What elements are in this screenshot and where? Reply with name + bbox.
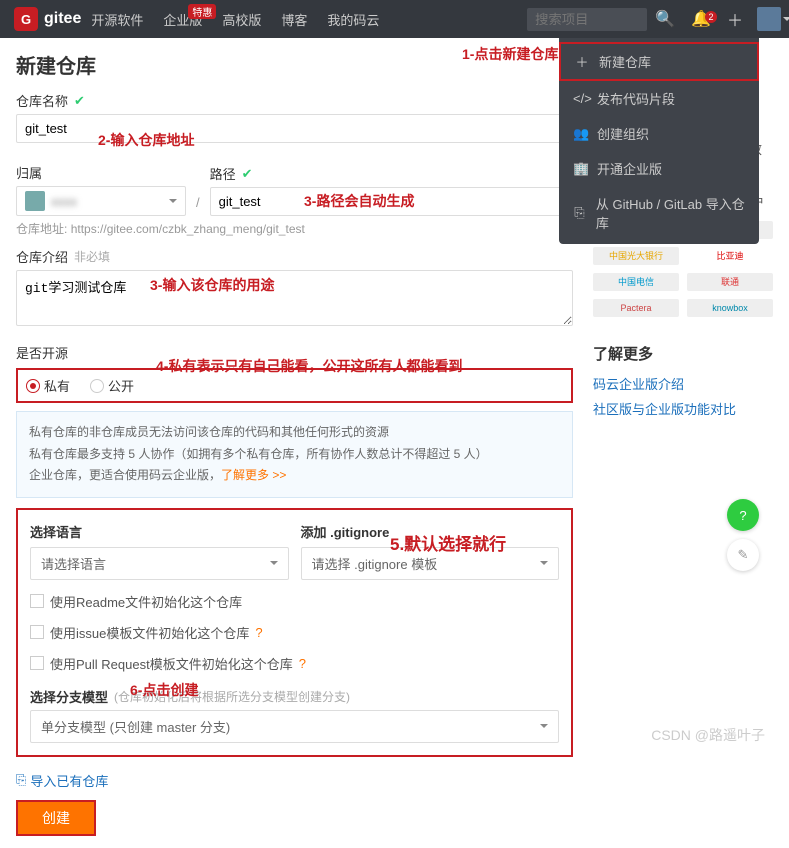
import-icon: ⎘ xyxy=(573,205,586,221)
path-separator: / xyxy=(192,195,204,216)
dropdown-enterprise-label: 开通企业版 xyxy=(597,159,662,178)
nav-mygitee[interactable]: 我的码云 xyxy=(317,10,389,29)
repo-addr-value: https://gitee.com/czbk_zhang_meng/git_te… xyxy=(71,222,305,236)
logo-ceb: 中国光大银行 xyxy=(593,247,679,265)
help-fab[interactable]: ? xyxy=(727,499,759,531)
annotation-4: 3-输入该仓库的用途 xyxy=(150,275,274,295)
visibility-info: 私有仓库的非仓库成员无法访问该仓库的代码和其他任何形式的资源 私有仓库最多支持 … xyxy=(16,411,573,498)
dropdown-snippet-label: 发布代码片段 xyxy=(597,89,675,108)
import-text: 导入已有仓库 xyxy=(30,771,108,790)
checkbox-readme[interactable] xyxy=(30,594,44,608)
chevron-down-icon xyxy=(270,561,278,569)
feedback-fab[interactable]: ✎ xyxy=(727,539,759,571)
dropdown-new-repo-label: 新建仓库 xyxy=(599,52,651,71)
nav-enterprise[interactable]: 企业版 特惠 xyxy=(153,10,212,29)
logo-telecom: 中国电信 xyxy=(593,273,679,291)
create-button[interactable]: 创建 xyxy=(16,800,96,836)
chevron-down-icon xyxy=(540,724,548,732)
path-label: 路径 xyxy=(210,164,236,183)
desc-optional: 非必填 xyxy=(74,248,110,265)
annotation-6: 5.默认选择就行 xyxy=(390,530,506,555)
dropdown-import[interactable]: ⎘ 从 GitHub / GitLab 导入仓库 xyxy=(559,186,759,240)
info-line-3: 企业仓库，更适合使用码云企业版， xyxy=(29,468,221,482)
info-line-1: 私有仓库的非仓库成员无法访问该仓库的代码和其他任何形式的资源 xyxy=(29,422,560,444)
owner-select[interactable]: xxxx xyxy=(16,186,186,216)
branch-value: 单分支模型 (只创建 master 分支) xyxy=(41,717,230,736)
search-icon[interactable]: 🔍 xyxy=(647,9,683,29)
search-input[interactable] xyxy=(527,8,647,31)
notification-icon[interactable]: 🔔2 xyxy=(683,9,719,29)
code-icon: </> xyxy=(573,91,587,106)
dropdown-import-label: 从 GitHub / GitLab 导入仓库 xyxy=(596,194,745,232)
check-icon: ✔ xyxy=(242,166,253,182)
users-icon: 👥 xyxy=(573,126,587,142)
gitignore-value: 请选择 .gitignore 模板 xyxy=(312,554,438,573)
side-more-title: 了解更多 xyxy=(593,343,773,364)
owner-label: 归属 xyxy=(16,163,42,182)
top-nav: G gitee 开源软件 企业版 特惠 高校版 博客 我的码云 🔍 🔔2 ＋ xyxy=(0,0,789,38)
cb-issue-label: 使用issue模板文件初始化这个仓库 xyxy=(50,623,249,642)
nav-education[interactable]: 高校版 xyxy=(212,10,271,29)
annotation-5: 4-私有表示只有自己能看，公开这所有人都能看到 xyxy=(156,356,462,376)
building-icon: 🏢 xyxy=(573,161,587,177)
checkbox-issue[interactable] xyxy=(30,625,44,639)
cb-pr-label: 使用Pull Request模板文件初始化这个仓库 xyxy=(50,654,293,673)
notif-count: 2 xyxy=(705,11,717,23)
radio-private-label: 私有 xyxy=(44,376,70,395)
dropdown-org[interactable]: 👥 创建组织 xyxy=(559,116,759,151)
dropdown-org-label: 创建组织 xyxy=(597,124,649,143)
side-link-compare[interactable]: 社区版与企业版功能对比 xyxy=(593,399,773,418)
radio-private[interactable]: 私有 xyxy=(26,376,70,395)
logo-unicom: 联通 xyxy=(687,273,773,291)
help-icon[interactable]: ? xyxy=(255,625,262,640)
plus-icon[interactable]: ＋ xyxy=(719,7,751,31)
logo-byd: 比亚迪 xyxy=(687,247,773,265)
logo-knowbox: knowbox xyxy=(687,299,773,317)
repo-addr-label: 仓库地址: xyxy=(16,222,67,236)
owner-avatar-icon xyxy=(25,191,45,211)
cb-readme-label: 使用Readme文件初始化这个仓库 xyxy=(50,592,242,611)
plus-dropdown: ＋ 新建仓库 </> 发布代码片段 👥 创建组织 🏢 开通企业版 ⎘ 从 GitHub /… xyxy=(559,38,759,244)
annotation-7: 6-点击创建 xyxy=(130,680,198,700)
nav-opensource[interactable]: 开源软件 xyxy=(81,10,153,29)
dropdown-enterprise[interactable]: 🏢 开通企业版 xyxy=(559,151,759,186)
desc-label: 仓库介绍 xyxy=(16,247,68,266)
dropdown-new-repo[interactable]: ＋ 新建仓库 xyxy=(559,42,759,81)
avatar[interactable] xyxy=(757,7,781,31)
watermark: CSDN @路遥叶子 xyxy=(651,725,765,745)
chevron-down-icon xyxy=(169,199,177,207)
side-link-intro[interactable]: 码云企业版介绍 xyxy=(593,374,773,393)
desc-textarea[interactable]: git学习测试仓库 xyxy=(16,270,573,326)
import-icon: ⎘ xyxy=(16,772,26,788)
dropdown-snippet[interactable]: </> 发布代码片段 xyxy=(559,81,759,116)
language-select[interactable]: 请选择语言 xyxy=(30,547,289,580)
annotation-3: 3-路径会自动生成 xyxy=(304,191,414,211)
check-icon: ✔ xyxy=(74,93,85,109)
language-value: 请选择语言 xyxy=(41,554,106,573)
lang-label: 选择语言 xyxy=(30,522,289,541)
import-existing-link[interactable]: ⎘导入已有仓库 xyxy=(16,771,573,790)
branch-model-select[interactable]: 单分支模型 (只创建 master 分支) xyxy=(30,710,559,743)
annotation-1: 1-点击新建仓库 xyxy=(462,44,558,64)
main-form: 新建仓库 仓库名称 ✔ 归属 xxxx / 路径 ✔ 仓库地址: https:/… xyxy=(16,50,573,836)
annotation-2: 2-输入仓库地址 xyxy=(98,130,194,150)
help-icon[interactable]: ? xyxy=(299,656,306,671)
nav-blog[interactable]: 博客 xyxy=(271,10,317,29)
repo-name-label: 仓库名称 xyxy=(16,91,68,110)
radio-off-icon xyxy=(90,379,104,393)
learn-more-link[interactable]: 了解更多 >> xyxy=(221,468,286,482)
radio-on-icon xyxy=(26,379,40,393)
radio-public-label: 公开 xyxy=(108,376,134,395)
gitee-logo-icon[interactable]: G xyxy=(14,7,38,31)
plus-square-icon: ＋ xyxy=(575,52,589,71)
chevron-down-icon xyxy=(540,561,548,569)
radio-public[interactable]: 公开 xyxy=(90,376,134,395)
branch-label: 选择分支模型 xyxy=(30,687,108,706)
brand-text: gitee xyxy=(44,10,81,28)
logo-pactera: Pactera xyxy=(593,299,679,317)
checkbox-pr[interactable] xyxy=(30,656,44,670)
info-line-2: 私有仓库最多支持 5 人协作（如拥有多个私有仓库，所有协作人数总计不得超过 5 … xyxy=(29,444,560,466)
